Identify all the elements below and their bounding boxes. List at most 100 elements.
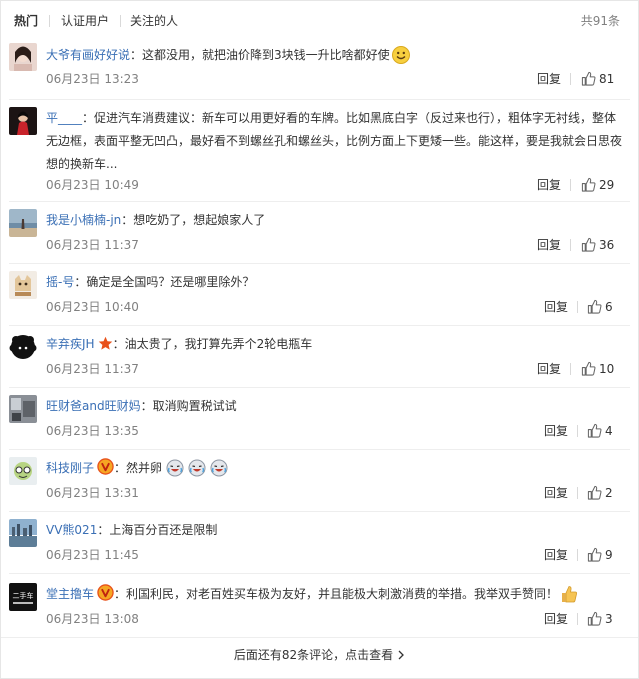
comment-time: 06月23日 11:45 [46,548,139,562]
user-avatar[interactable] [9,519,37,547]
user-avatar[interactable] [9,271,37,299]
comment-panel: 热门 认证用户 关注的人 共91条 大爷有画好好说：这都没用，就把油价降到3块钱… [0,0,639,679]
thumbs-up-icon [587,611,602,626]
thumbs-up-icon [581,361,596,376]
vip-v-badge-icon [97,458,114,483]
like-count: 36 [599,238,615,252]
action-divider [577,301,578,313]
comment-body: 大爷有画好好说：这都没用，就把油价降到3块钱一升比啥都好使 [46,44,626,72]
comment-username[interactable]: 科技刚子 [46,461,94,475]
like-count: 9 [605,548,613,562]
comment-username[interactable]: VV熊021 [46,523,97,537]
comment-divider [9,325,630,326]
thumbs-up-icon [587,547,602,562]
comment-text: ：确定是全国吗？还是哪里除外？ [74,275,255,289]
tab-divider [120,15,121,27]
action-divider [577,425,578,437]
avatar-logo-text: 二手车 [13,591,34,600]
user-avatar[interactable] [9,457,37,485]
view-more-comments-link[interactable]: 后面还有82条评论，点击查看 [1,647,638,664]
laugh-cry-emoji [188,459,206,485]
like-count: 2 [605,486,613,500]
comment-text: ：油太贵了，我打算先弄个2轮电瓶车 [112,337,313,351]
comment-username[interactable]: 平____ [46,111,82,125]
comment-text: ：想吃奶了，想起娘家人了 [121,213,266,227]
tab-verified-users[interactable]: 认证用户 [61,13,109,29]
reply-button[interactable]: 回复 [537,360,561,378]
reply-button[interactable]: 回复 [544,546,568,564]
comment-meta: 06月23日 13:23 回复 81 [46,70,638,88]
comment-item: 辛弃疾JH ：油太贵了，我打算先弄个2轮电瓶车 06月23日 11:37 回复 1… [1,333,638,387]
action-divider [577,487,578,499]
comment-username[interactable]: 我是小楠楠-jn [46,213,121,227]
action-divider [570,239,571,251]
comment-body: VV熊021：上海百分百还是限制 [46,519,626,542]
reply-button[interactable]: 回复 [537,70,561,88]
comment-body: 辛弃疾JH ：油太贵了，我打算先弄个2轮电瓶车 [46,333,626,359]
comment-username[interactable]: 辛弃疾JH [46,337,95,351]
reply-button[interactable]: 回复 [544,422,568,440]
comment-time: 06月23日 13:08 [46,612,139,626]
comment-meta: 06月23日 11:45 回复 9 [46,546,638,564]
action-divider [577,549,578,561]
comment-item: 我是小楠楠-jn：想吃奶了，想起娘家人了 06月23日 11:37 回复 36 [1,209,638,263]
comment-time: 06月23日 13:35 [46,424,139,438]
vip-v-badge-icon [97,584,114,609]
comment-time: 06月23日 13:31 [46,486,139,500]
user-avatar[interactable] [9,107,37,135]
reply-button[interactable]: 回复 [537,236,561,254]
reply-button[interactable]: 回复 [544,610,568,628]
like-count: 3 [605,612,613,626]
comment-text: ：然并卵 [114,461,163,475]
comment-divider [9,511,630,512]
comment-text: ：这都没用，就把油价降到3块钱一升比啥都好使 [130,48,390,62]
comment-meta: 06月23日 10:49 回复 29 [46,176,638,194]
reply-button[interactable]: 回复 [537,176,561,194]
comment-text: ：上海百分百还是限制 [97,523,218,537]
comment-time: 06月23日 11:37 [46,238,139,252]
tab-hot[interactable]: 热门 [14,13,38,29]
comment-username[interactable]: 摇-号 [46,275,74,289]
laugh-cry-emoji [166,459,184,485]
reply-button[interactable]: 回复 [544,298,568,316]
comment-text: ：利国利民，对老百姓买车极为友好，并且能极大刺激消费的举措。我举双手赞同！ [114,587,559,601]
comment-time: 06月23日 10:49 [46,178,139,192]
like-count: 10 [599,362,615,376]
user-avatar[interactable] [9,333,37,361]
user-avatar[interactable]: 二手车 [9,583,37,611]
like-count: 29 [599,178,615,192]
comment-text: ：促进汽车消费建议：新车可以用更好看的车牌。比如黑底白字（反过来也行），粗体字无… [46,111,623,171]
comment-divider [9,387,630,388]
comment-time: 06月23日 11:37 [46,362,139,376]
thumbs-up-icon [587,485,602,500]
comment-item: 摇-号：确定是全国吗？还是哪里除外？ 06月23日 10:40 回复 6 [1,271,638,325]
comment-body: 科技刚子 ：然并卵 [46,457,626,485]
like-count: 6 [605,300,613,314]
comment-meta: 06月23日 13:08 回复 3 [46,610,638,628]
comment-item: 科技刚子 ：然并卵 06月23日 13:31 回复 2 [1,457,638,511]
comment-divider [9,573,630,574]
action-divider [577,613,578,625]
comment-username[interactable]: 大爷有画好好说 [46,48,130,62]
like-count: 81 [599,72,615,86]
action-divider [570,179,571,191]
comment-meta: 06月23日 13:31 回复 2 [46,484,638,502]
comment-username[interactable]: 旺财爸and旺财妈 [46,399,141,413]
user-avatar[interactable] [9,395,37,423]
thumbs-up-icon [581,237,596,252]
smile-emoji [391,46,410,72]
tab-following[interactable]: 关注的人 [130,13,178,29]
reply-button[interactable]: 回复 [544,484,568,502]
user-avatar[interactable] [9,43,37,71]
comment-time: 06月23日 10:40 [46,300,139,314]
action-divider [570,363,571,375]
tab-divider [49,15,50,27]
comment-body: 平____：促进汽车消费建议：新车可以用更好看的车牌。比如黑底白字（反过来也行）… [46,107,626,176]
comment-item: 二手车 堂主撸车 ：利国利民，对老百姓买车极为友好，并且能极大刺激消费的举措。我举… [1,583,638,637]
action-divider [570,73,571,85]
comment-text: ：取消购置税试试 [140,399,237,413]
like-count: 4 [605,424,613,438]
user-avatar[interactable] [9,209,37,237]
comment-item: 平____：促进汽车消费建议：新车可以用更好看的车牌。比如黑底白字（反过来也行）… [1,107,638,203]
comment-username[interactable]: 堂主撸车 [46,587,94,601]
